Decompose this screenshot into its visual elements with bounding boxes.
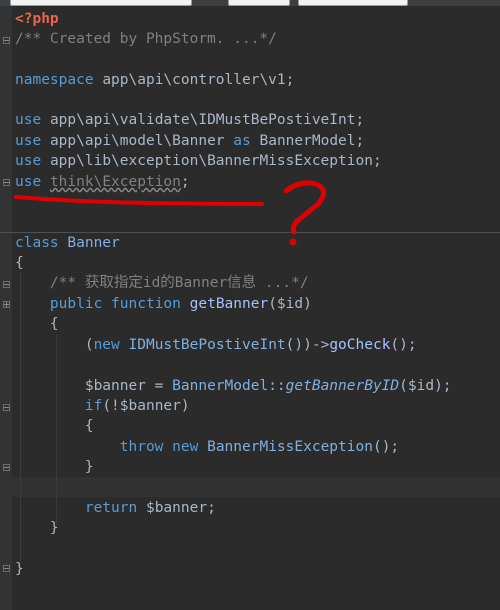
question-mark-dot bbox=[289, 238, 297, 246]
underline-stroke bbox=[14, 195, 264, 206]
red-annotation bbox=[14, 180, 326, 246]
question-mark-curve bbox=[283, 180, 326, 235]
